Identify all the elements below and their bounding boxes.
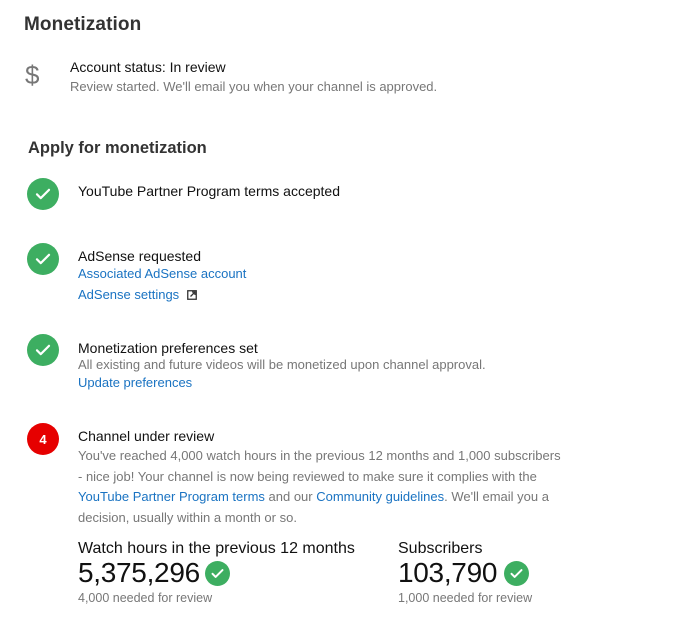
check-icon — [27, 334, 59, 366]
watch-hours-label: Watch hours in the previous 12 months — [78, 540, 355, 557]
account-status: Account status: In review — [70, 59, 226, 75]
step-preferences-title: Monetization preferences set — [78, 340, 258, 356]
associated-adsense-link[interactable]: Associated AdSense account — [78, 266, 246, 281]
community-guidelines-link[interactable]: Community guidelines — [316, 489, 444, 504]
adsense-settings-link[interactable]: AdSense settings — [78, 287, 179, 302]
account-status-note: Review started. We'll email you when you… — [70, 79, 438, 94]
page-title: Monetization — [24, 14, 142, 35]
watch-hours-note: 4,000 needed for review — [78, 591, 213, 605]
subscribers-label: Subscribers — [398, 540, 483, 557]
check-icon — [504, 561, 529, 586]
review-text-part: and our — [264, 489, 317, 504]
check-icon — [27, 243, 59, 275]
subscribers-note: 1,000 needed for review — [398, 591, 533, 605]
external-link-icon[interactable] — [186, 288, 197, 303]
dollar-icon: $ — [25, 60, 40, 90]
adsense-settings-row: AdSense settings — [78, 287, 197, 303]
update-preferences-link[interactable]: Update preferences — [78, 375, 192, 390]
apply-section-title: Apply for monetization — [28, 139, 207, 157]
step-review-text: You've reached 4,000 watch hours in the … — [78, 446, 568, 528]
step-number-badge: 4 — [27, 423, 59, 455]
step-terms-title: YouTube Partner Program terms accepted — [78, 183, 340, 199]
watch-hours-value: 5,375,296 — [78, 557, 200, 588]
step-preferences-text: All existing and future videos will be m… — [78, 357, 486, 372]
step-review-title: Channel under review — [78, 428, 215, 444]
step-adsense-title: AdSense requested — [78, 248, 201, 264]
review-text-part: You've reached 4,000 watch hours in the … — [78, 448, 561, 484]
check-icon — [205, 561, 230, 586]
subscribers-value: 103,790 — [398, 557, 498, 588]
partner-program-terms-link[interactable]: YouTube Partner Program terms — [78, 489, 265, 504]
check-icon — [27, 178, 59, 210]
